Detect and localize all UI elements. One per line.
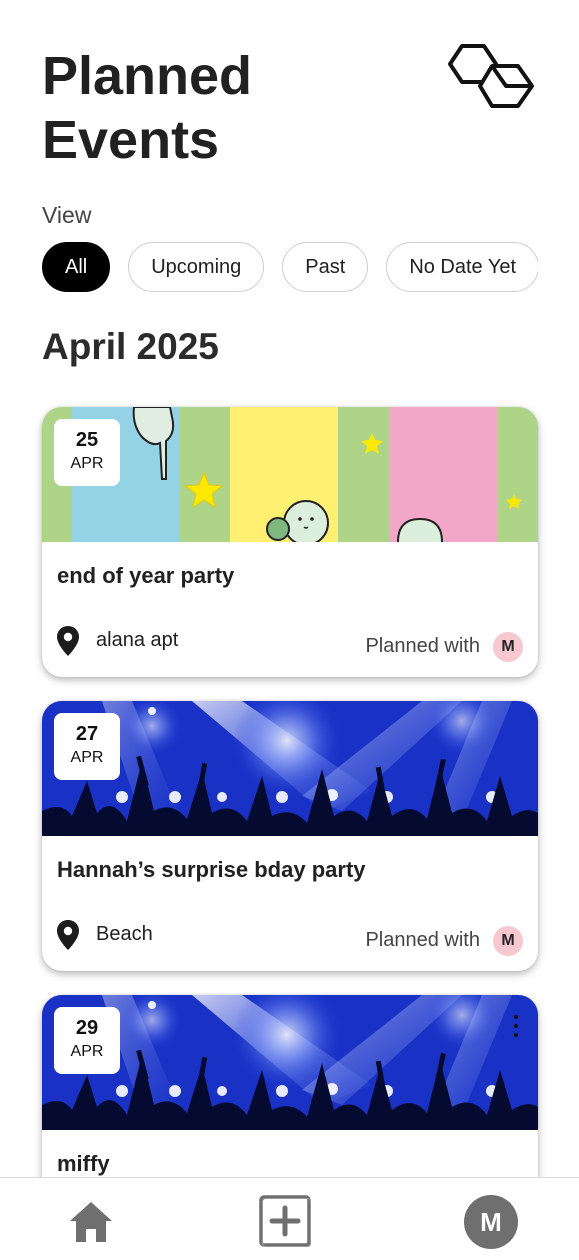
home-icon[interactable] [68,1200,114,1244]
event-title: Hannah’s surprise bday party [57,857,366,882]
event-location: Beach [96,923,153,945]
event-date-day: 25 [75,429,99,451]
event-date-month: APR [70,749,104,766]
page-title: Planned Events [42,46,253,170]
location-pin-icon [57,920,79,950]
event-date-day: 29 [75,1017,99,1039]
month-heading: April 2025 [42,326,219,367]
planned-with-label: Planned with [365,929,480,951]
event-card[interactable]: 29 APR miffy [42,995,538,1178]
filter-chip-no-date-yet[interactable]: No Date Yet [386,242,538,292]
event-card[interactable]: 27 APR Hannah’s surprise bday party Beac… [42,701,538,971]
event-card[interactable]: 25 APR end of year party alana apt Plann… [42,407,538,677]
filter-chip-past[interactable]: Past [282,242,369,292]
event-date-month: APR [70,455,104,472]
add-square-icon[interactable] [259,1195,311,1247]
profile-avatar[interactable]: M [464,1195,518,1249]
event-date-badge: 29 APR [54,1007,120,1074]
event-date-month: APR [70,1043,104,1060]
event-date-day: 27 [75,723,99,745]
event-date-badge: 27 APR [54,713,120,780]
view-filter-label: View [42,202,92,228]
event-location: alana apt [96,629,179,651]
view-filter-chips: All Upcoming Past No Date Yet [42,242,538,294]
filter-chip-all[interactable]: All [42,242,111,292]
bottom-navigation: M [0,1177,579,1260]
planned-events-screen: Planned Events View All Upcoming Past No Da… [0,0,579,1178]
planned-with-avatar[interactable]: M [493,632,523,662]
planned-with-avatar[interactable]: M [493,926,523,956]
hexagon-logo-icon[interactable] [446,42,538,114]
event-date-badge: 25 APR [54,419,120,486]
more-vertical-icon[interactable] [512,1015,520,1045]
location-pin-icon [57,626,79,656]
event-title: end of year party [57,563,235,588]
filter-chip-upcoming[interactable]: Upcoming [128,242,265,292]
planned-with-label: Planned with [365,635,480,657]
event-title: miffy [57,1151,110,1176]
